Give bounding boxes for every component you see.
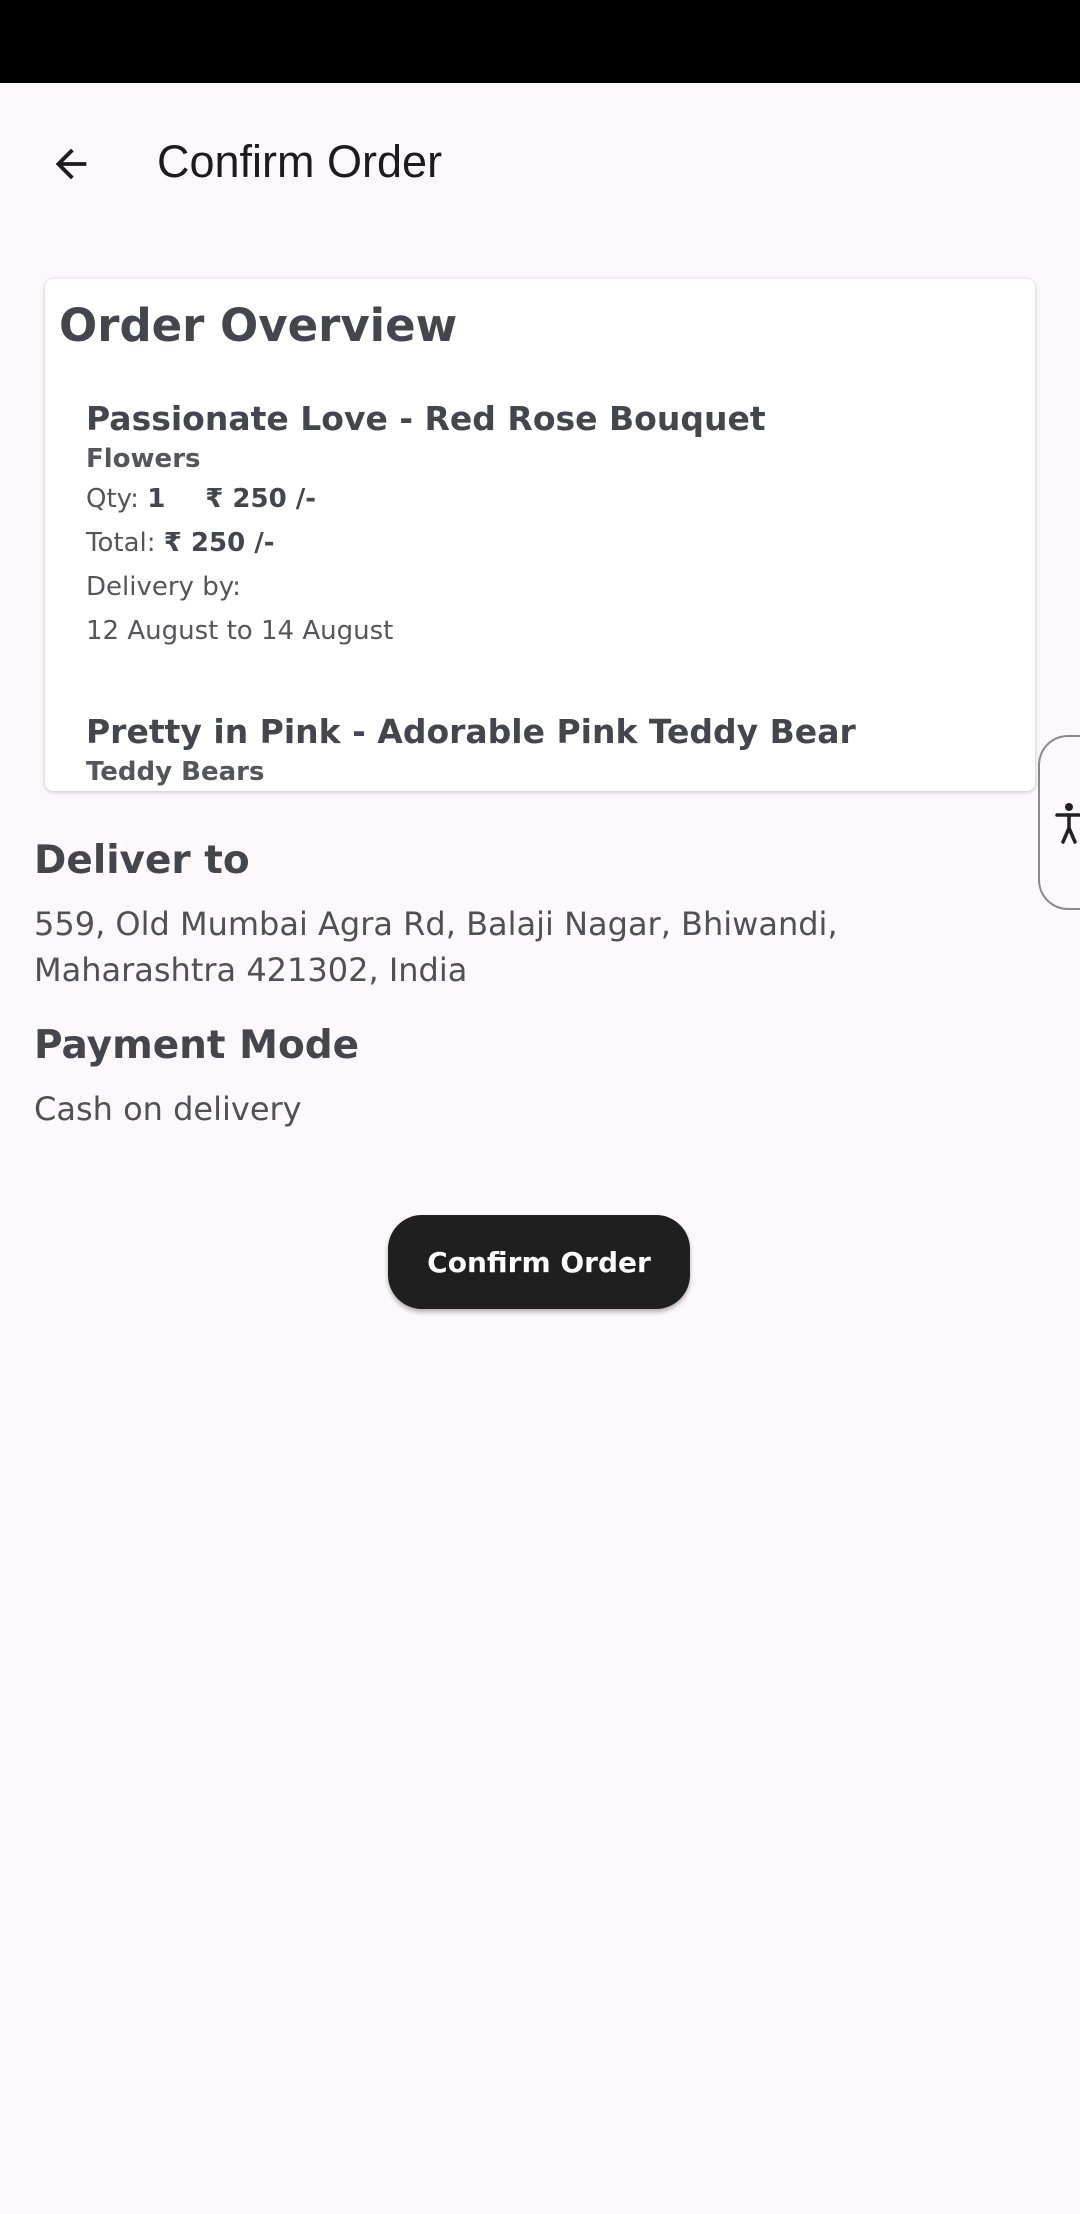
- payment-mode-value: Cash on delivery: [34, 1090, 302, 1128]
- accessibility-tab[interactable]: [1038, 735, 1080, 910]
- confirm-order-button[interactable]: Confirm Order: [388, 1215, 690, 1309]
- item-name: Passionate Love - Red Rose Bouquet: [86, 399, 766, 438]
- order-item: Pretty in Pink - Adorable Pink Teddy Bea…: [86, 710, 1006, 790]
- item-qty-price: Qty: 1 ₹ 250 /-: [86, 477, 1006, 521]
- order-item: Passionate Love - Red Rose Bouquet Flowe…: [86, 397, 1006, 653]
- back-button[interactable]: [30, 123, 112, 205]
- total-value: ₹ 250 /-: [163, 528, 275, 558]
- delivery-dates: 12 August to 14 August: [86, 616, 394, 646]
- deliver-to-heading: Deliver to: [34, 838, 250, 883]
- delivery-label: Delivery by:: [86, 572, 241, 602]
- qty-value: 1: [147, 484, 166, 514]
- total-label: Total:: [86, 528, 156, 558]
- arrow-left-icon: [55, 148, 87, 180]
- item-name: Pretty in Pink - Adorable Pink Teddy Bea…: [86, 712, 856, 751]
- item-category: Flowers: [86, 444, 201, 474]
- page-title: Confirm Order: [157, 136, 443, 187]
- app-bar: Confirm Order: [0, 83, 1080, 233]
- accessibility-person-icon: [1055, 802, 1080, 844]
- status-bar: [0, 0, 1080, 83]
- item-total: Total: ₹ 250 /-: [86, 521, 1006, 565]
- qty-label: Qty:: [86, 484, 139, 514]
- item-price: ₹ 250 /-: [205, 484, 317, 514]
- delivery-address: 559, Old Mumbai Agra Rd, Balaji Nagar, B…: [34, 905, 838, 989]
- order-overview-card: Order Overview Passionate Love - Red Ros…: [45, 279, 1035, 791]
- order-overview-title: Order Overview: [59, 299, 458, 352]
- payment-mode-heading: Payment Mode: [34, 1023, 360, 1068]
- item-category: Teddy Bears: [86, 757, 265, 787]
